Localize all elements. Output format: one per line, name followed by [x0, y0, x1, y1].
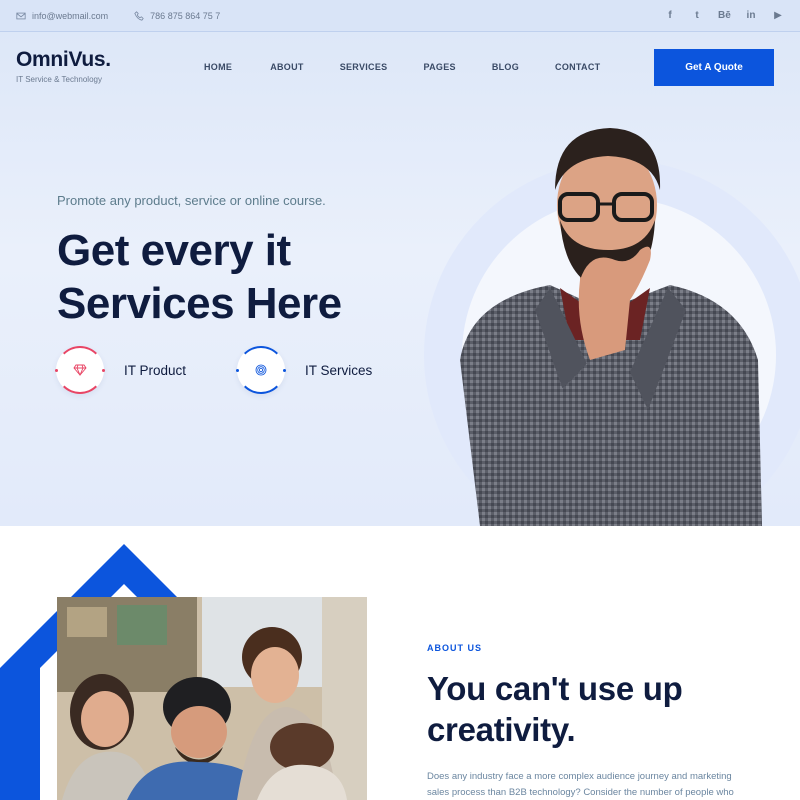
feature-label: IT Product: [124, 362, 187, 378]
email-contact[interactable]: info@webmail.com: [16, 11, 108, 21]
twitter-icon[interactable]: t: [691, 10, 703, 21]
get-quote-button[interactable]: Get A Quote: [654, 49, 774, 86]
logo[interactable]: OmniVus. IT Service & Technology: [16, 48, 111, 84]
feature-it-product[interactable]: IT Product: [55, 346, 187, 394]
about-paragraph: Does any industry face a more complex au…: [427, 771, 734, 798]
about-team-photo: [57, 597, 367, 800]
youtube-icon[interactable]: ▶: [772, 10, 784, 21]
hero-headline-line1: Get every it: [57, 226, 291, 275]
logo-tagline: IT Service & Technology: [16, 75, 102, 84]
about-title: You can't use up creativity.: [427, 668, 683, 750]
nav-about[interactable]: ABOUT: [270, 62, 304, 72]
ring-dot: [283, 369, 286, 372]
phone-contact[interactable]: 786 875 864 75 7: [134, 11, 220, 21]
email-text: info@webmail.com: [32, 10, 109, 21]
nav-pages[interactable]: PAGES: [423, 62, 455, 72]
feature-it-services[interactable]: IT Services: [236, 346, 373, 394]
hero-headline-line2: Services Here: [57, 279, 342, 328]
about-eyebrow: ABOUT US: [427, 643, 482, 653]
hero-person-image: [460, 128, 762, 526]
feature-icon-circle: [55, 346, 105, 394]
ring-dot: [55, 369, 58, 372]
hero-subhead: Promote any product, service or online c…: [57, 193, 326, 208]
main-nav: HOME ABOUT SERVICES PAGES BLOG CONTACT: [204, 62, 600, 72]
feature-icon-circle: [236, 346, 286, 394]
nav-home[interactable]: HOME: [204, 62, 232, 72]
phone-icon: [134, 10, 144, 21]
mail-icon: [16, 12, 26, 19]
linkedin-icon[interactable]: in: [745, 10, 757, 21]
fingerprint-icon: [255, 364, 267, 376]
social-links: f t Bē in ▶: [664, 10, 784, 21]
page: info@webmail.com 786 875 864 75 7 f t Bē…: [0, 0, 800, 800]
about-title-line2: creativity.: [427, 711, 576, 748]
logo-name: OmniVus.: [16, 48, 111, 71]
ring-dot: [102, 369, 105, 372]
nav-services[interactable]: SERVICES: [340, 62, 388, 72]
about-title-line1: You can't use up: [427, 670, 683, 707]
behance-icon[interactable]: Bē: [718, 10, 731, 21]
nav-contact[interactable]: CONTACT: [555, 62, 600, 72]
nav-blog[interactable]: BLOG: [492, 62, 519, 72]
ring-dot: [236, 369, 239, 372]
feature-label: IT Services: [305, 362, 373, 378]
top-bar: info@webmail.com 786 875 864 75 7 f t Bē…: [0, 0, 800, 32]
facebook-icon[interactable]: f: [664, 10, 676, 21]
diamond-icon: [73, 364, 87, 376]
hero-headline: Get every it Services Here: [57, 224, 342, 330]
site-header: OmniVus. IT Service & Technology HOME AB…: [0, 32, 800, 102]
phone-text: 786 875 864 75 7: [150, 10, 221, 21]
